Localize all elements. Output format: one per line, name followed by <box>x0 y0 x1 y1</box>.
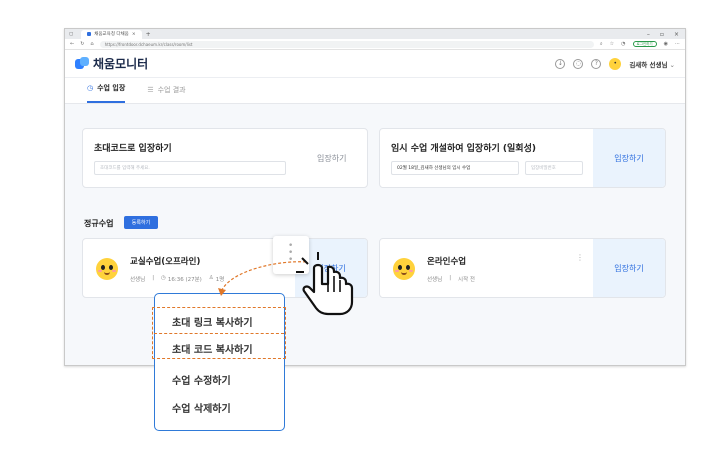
browser-tab-title: 채움교육청 다채움 <box>94 32 129 37</box>
tab-close-icon[interactable]: × <box>132 32 136 37</box>
browser-more-icon[interactable]: ⋯ <box>675 41 680 47</box>
class-status: 시작 전 <box>458 277 475 283</box>
class-teacher: 선생님 <box>130 277 146 283</box>
temp-class-card: 임시 수업 개설하여 입장하기 (일회성) 02월 18일_김새하 선생님의 임… <box>379 128 666 188</box>
clock-icon: ◷ <box>87 84 94 92</box>
window-menu-icon[interactable]: ▢ <box>69 32 73 37</box>
temp-card-title: 임시 수업 개설하여 입장하기 (일회성) <box>391 144 536 154</box>
more-options-icon: • • • <box>288 241 294 265</box>
register-button[interactable]: 등록하기 <box>124 216 158 229</box>
class-name[interactable]: 교실수업(오프라인) <box>130 255 200 267</box>
download-icon[interactable]: ↓ <box>555 58 566 69</box>
profile-icon[interactable]: ◉ <box>664 41 668 47</box>
zoom-icon[interactable]: ⌕ <box>600 41 603 47</box>
minimize-icon[interactable]: – <box>647 31 650 38</box>
browser-login-pill[interactable]: 로그인하기 <box>632 41 657 47</box>
list-icon: ☰ <box>147 86 154 94</box>
new-tab-icon[interactable]: + <box>146 31 151 38</box>
browser-titlebar: ▢ 채움교육청 다채움 × + – ▫ × <box>65 29 685 39</box>
highlight-divider <box>154 333 284 334</box>
app-header: 채움모니터 ↓ ◌ ? • 김새하 선생님 ⌄ <box>65 50 685 78</box>
edit-class-item[interactable]: 수업 수정하기 <box>172 372 231 387</box>
more-options-icon[interactable]: ⋮ <box>576 253 584 262</box>
class-teacher: 선생님 <box>427 277 443 283</box>
back-icon[interactable]: ← <box>70 41 74 47</box>
tab-label: 수업 결과 <box>157 86 186 94</box>
logo-mark-icon <box>75 57 90 70</box>
chat-icon[interactable]: ◌ <box>573 58 584 69</box>
invite-code-card: 초대코드로 입장하기 초대코드를 입력해 주세요. 입장하기 <box>82 128 368 188</box>
tab-bar: ◷ 수업 입장 ☰ 수업 결과 <box>65 78 685 104</box>
tab-class-results[interactable]: ☰ 수업 결과 <box>147 85 185 103</box>
class-avatar <box>96 258 118 280</box>
tab-class-entry[interactable]: ◷ 수업 입장 <box>87 83 126 103</box>
maximize-icon[interactable]: ▫ <box>660 31 664 38</box>
clock-icon: ◷ <box>161 275 166 281</box>
class-name[interactable]: 온라인수업 <box>427 255 466 267</box>
invite-card-title: 초대코드로 입장하기 <box>94 144 172 154</box>
close-window-icon[interactable]: × <box>674 31 679 38</box>
chevron-down-icon: ⌄ <box>669 60 675 69</box>
logo-text: 채움모니터 <box>93 57 149 71</box>
address-bar: ← ↻ ⌂ https://frontdoor.dchaeum.kr/class… <box>65 39 685 50</box>
help-icon[interactable]: ? <box>591 58 602 69</box>
class-enter-button[interactable]: 입장하기 <box>593 239 665 297</box>
class-card-online: 온라인수업 선생님 | 시작 전 ⋮ 입장하기 <box>379 238 666 298</box>
temp-enter-button[interactable]: 입장하기 <box>593 129 665 187</box>
class-count: 1명 <box>215 277 225 283</box>
class-meta: 선생님 | 시작 전 <box>427 275 475 283</box>
logo[interactable]: 채움모니터 <box>75 55 148 72</box>
refresh-icon[interactable]: ↻ <box>80 41 84 47</box>
temp-password-input[interactable]: 입장비밀번호 <box>525 161 583 175</box>
user-name: 김새하 선생님 <box>629 60 668 69</box>
url-text: https://frontdoor.dchaeum.kr/class/room/… <box>104 41 193 47</box>
avatar[interactable]: • <box>609 57 622 70</box>
url-field[interactable]: https://frontdoor.dchaeum.kr/class/room/… <box>99 40 594 48</box>
temp-class-name-input[interactable]: 02월 18일_김새하 선생님의 임시 수업 <box>391 161 519 175</box>
extension-icon[interactable]: ◔ <box>621 41 625 47</box>
divider: | <box>152 275 155 281</box>
class-time: 16:36 (27분) <box>167 277 202 283</box>
invite-code-input[interactable]: 초대코드를 입력해 주세요. <box>94 161 286 175</box>
divider: | <box>449 275 452 281</box>
invite-enter-button[interactable]: 입장하기 <box>317 153 346 164</box>
tab-label: 수업 입장 <box>97 84 126 92</box>
more-options-popup[interactable]: • • • <box>273 236 309 274</box>
browser-tab[interactable]: 채움교육청 다채움 × <box>81 29 142 39</box>
regular-section-label: 정규수업 <box>84 219 114 228</box>
home-icon[interactable]: ⌂ <box>90 41 93 47</box>
favicon-icon <box>87 32 92 36</box>
favorite-star-icon[interactable]: ☆ <box>610 41 614 47</box>
class-card-offline: 교실수업(오프라인) 선생님 | ◷ 16:36 (27분) ♙ 1명 입장하기 <box>82 238 368 298</box>
class-meta: 선생님 | ◷ 16:36 (27분) ♙ 1명 <box>130 275 224 283</box>
class-avatar <box>393 258 415 280</box>
person-icon: ♙ <box>208 275 214 281</box>
user-menu[interactable]: 김새하 선생님 ⌄ <box>629 59 675 69</box>
delete-class-item[interactable]: 수업 삭제하기 <box>172 400 231 415</box>
